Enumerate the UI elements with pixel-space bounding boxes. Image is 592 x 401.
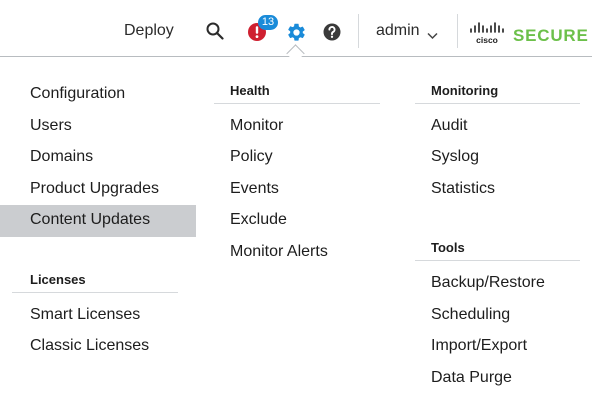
toolbar-divider <box>358 14 359 48</box>
menu-item-import-export[interactable]: Import/Export <box>431 337 527 355</box>
menu-item-product-upgrades[interactable]: Product Upgrades <box>30 180 159 198</box>
menu-item-syslog[interactable]: Syslog <box>431 148 479 166</box>
menu-item-policy[interactable]: Policy <box>230 148 273 166</box>
menu-item-backup-restore[interactable]: Backup/Restore <box>431 274 545 292</box>
menu-item-scheduling[interactable]: Scheduling <box>431 306 510 324</box>
menu-item-smart-licenses[interactable]: Smart Licenses <box>30 306 140 324</box>
notifications-count-badge[interactable]: 13 <box>258 15 278 30</box>
tools-divider <box>415 260 580 261</box>
menu-item-monitor-alerts[interactable]: Monitor Alerts <box>230 243 328 261</box>
menu-item-statistics[interactable]: Statistics <box>431 180 495 198</box>
health-heading: Health <box>230 83 270 98</box>
licenses-heading: Licenses <box>30 272 86 287</box>
menu-item-data-purge[interactable]: Data Purge <box>431 369 512 387</box>
licenses-divider <box>12 292 178 293</box>
search-icon[interactable] <box>206 22 224 45</box>
menu-item-domains[interactable]: Domains <box>30 148 93 166</box>
menu-item-content-updates[interactable]: Content Updates <box>0 205 196 237</box>
monitoring-heading: Monitoring <box>431 83 499 98</box>
menu-item-classic-licenses[interactable]: Classic Licenses <box>30 337 149 355</box>
gear-icon[interactable] <box>286 22 307 48</box>
menu-item-exclude[interactable]: Exclude <box>230 211 287 229</box>
system-settings-dropdown: Configuration Users Domains Product Upgr… <box>0 57 592 401</box>
menu-item-configuration[interactable]: Configuration <box>30 85 125 103</box>
menu-item-users[interactable]: Users <box>30 117 72 135</box>
health-divider <box>214 103 380 104</box>
cisco-wordmark: cisco <box>476 35 498 45</box>
tools-heading: Tools <box>431 240 465 255</box>
chevron-down-icon[interactable] <box>427 27 438 45</box>
menu-item-audit[interactable]: Audit <box>431 117 467 135</box>
menu-item-monitor[interactable]: Monitor <box>230 117 283 135</box>
monitoring-divider <box>415 103 580 104</box>
brand-secure-label: SECURE <box>513 26 589 45</box>
help-icon[interactable] <box>323 23 341 46</box>
menu-item-events[interactable]: Events <box>230 180 279 198</box>
cisco-logo: cisco <box>469 21 507 52</box>
user-menu[interactable]: admin <box>376 22 420 40</box>
toolbar-divider <box>457 14 458 48</box>
deploy-menu[interactable]: Deploy <box>124 22 174 40</box>
